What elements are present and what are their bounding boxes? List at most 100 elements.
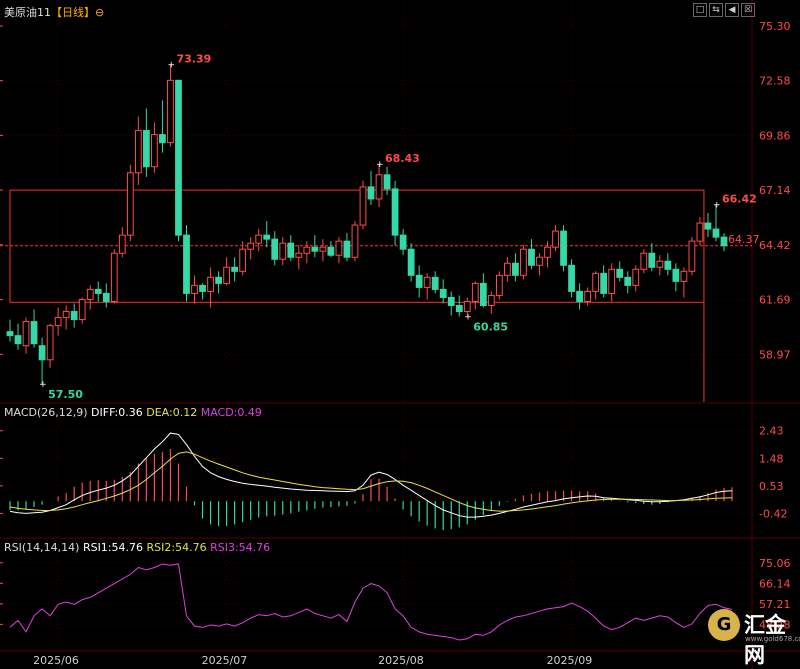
candle-body (447, 296, 455, 306)
candle-body (183, 234, 190, 294)
candle-body (688, 240, 696, 272)
candle-body (399, 234, 407, 250)
candle (487, 291, 495, 314)
candle (46, 323, 54, 368)
candle (6, 319, 14, 342)
candle (110, 249, 118, 304)
candle (688, 237, 696, 276)
date-label: 2025/08 (378, 654, 424, 667)
candle (151, 122, 158, 173)
candle (215, 271, 222, 294)
chart-header: 美原油11【日线】⊖ (4, 4, 104, 20)
candle (560, 225, 567, 272)
macd-diff-value: DIFF:0.36 (91, 406, 143, 419)
rsi1-value: RSI1:54.76 (82, 541, 144, 554)
candle-body (544, 246, 551, 258)
rsi2-value: RSI2:54.76 (146, 541, 207, 554)
candle (351, 221, 359, 262)
candle-body (86, 288, 94, 300)
candle (624, 271, 632, 294)
candle (415, 265, 423, 298)
candle (455, 295, 463, 317)
candle-body (471, 282, 479, 302)
candle (102, 283, 110, 308)
candle-body (439, 288, 447, 298)
candle-body (704, 222, 712, 230)
candle (512, 253, 519, 282)
candle (592, 271, 600, 300)
candle-body (632, 268, 640, 286)
candle-body (295, 252, 303, 258)
rsi-tick-label: 75.06 (759, 557, 791, 570)
prev-button[interactable]: ◀ (725, 3, 739, 17)
candle-body (504, 262, 511, 276)
candle (30, 309, 38, 348)
candle-body (335, 240, 343, 256)
candle (70, 303, 78, 328)
candle-body (520, 248, 527, 276)
candle-body (696, 222, 704, 242)
candle-body (311, 246, 319, 252)
candle-body (70, 311, 78, 321)
candle-body (199, 284, 206, 292)
candle (255, 229, 263, 252)
close-button[interactable]: ☒ (741, 3, 755, 17)
candle (632, 265, 640, 292)
candle-body (552, 230, 559, 248)
extreme-marker: + (376, 160, 384, 170)
candle (447, 291, 455, 316)
price-tick-label: 64.42 (759, 239, 791, 252)
candle-body (359, 186, 367, 226)
candle (159, 100, 166, 153)
candle-body (391, 188, 399, 236)
rsi-header: RSI(14,14,14) RSI1:54.76 RSI2:54.76 RSI3… (4, 541, 270, 554)
candle-body (592, 272, 600, 292)
circle-minus-icon[interactable]: ⊖ (95, 6, 104, 19)
macd-tick-label: 2.43 (759, 425, 784, 438)
restore-button[interactable]: □ (693, 3, 707, 17)
candle-body (126, 172, 134, 236)
candle-body (648, 252, 656, 268)
candle-body (463, 300, 471, 313)
extreme-label: 73.39 (176, 52, 211, 65)
rsi-line (9, 563, 733, 641)
candle-body (102, 292, 110, 302)
candle-body (303, 246, 311, 254)
candle (431, 271, 439, 294)
candle-body (110, 252, 118, 302)
macd-panel (9, 432, 733, 531)
candle (126, 164, 134, 242)
macd-title: MACD(26,12,9) (4, 406, 88, 419)
date-label: 2025/07 (202, 654, 248, 667)
price-tick-label: 61.69 (759, 294, 791, 307)
candle (576, 283, 583, 310)
period-label[interactable]: 【日线】 (51, 6, 95, 19)
rsi3-value: RSI3:54.76 (210, 541, 271, 554)
candle (391, 180, 399, 246)
candle-body (656, 260, 664, 268)
candle-body (231, 266, 239, 272)
candle (295, 245, 303, 270)
candle (552, 225, 559, 252)
candle (247, 237, 255, 260)
candle (680, 267, 688, 298)
candle (118, 227, 126, 258)
swap-button[interactable]: ⇆ (709, 3, 723, 17)
candle-body (207, 276, 214, 292)
candle-body (215, 276, 222, 284)
candle-body (455, 304, 463, 313)
candle-body (271, 238, 279, 260)
candle-body (407, 248, 415, 276)
candle-body (487, 294, 495, 306)
candle (648, 243, 656, 272)
candle-body (279, 242, 287, 260)
candle (319, 239, 327, 262)
price-tick-label: 58.97 (759, 348, 791, 361)
candle-body (6, 331, 14, 337)
candle-body (78, 298, 86, 321)
candle-body (151, 134, 158, 168)
candle-body (383, 174, 391, 190)
candle (14, 323, 22, 350)
candle-body (223, 266, 230, 284)
candle-body (159, 134, 166, 144)
